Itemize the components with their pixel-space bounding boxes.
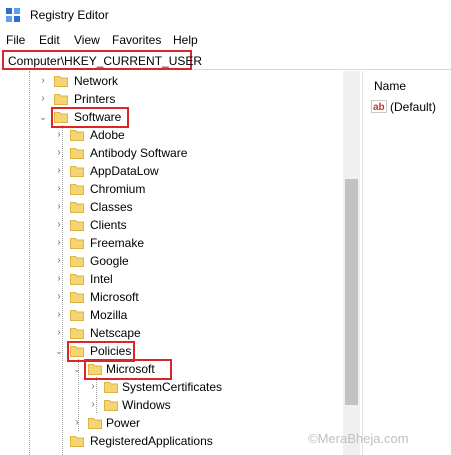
menu-edit[interactable]: Edit (39, 33, 60, 47)
tree-item-label: Power (106, 416, 141, 430)
expand-chevron-icon[interactable]: › (54, 291, 64, 303)
expand-chevron-icon[interactable]: › (54, 273, 64, 285)
expand-chevron-icon[interactable]: › (54, 183, 64, 195)
tree-item-label: Network (74, 74, 119, 88)
expand-chevron-icon[interactable]: › (88, 399, 98, 411)
address-path: Computer\HKEY_CURRENT_USER (8, 54, 203, 68)
tree-item-label: Antibody Software (90, 146, 188, 160)
collapse-chevron-icon[interactable]: ⌄ (54, 345, 64, 357)
title-bar: Registry Editor (0, 0, 451, 30)
window-title: Registry Editor (30, 8, 109, 22)
expand-chevron-icon[interactable]: › (54, 129, 64, 141)
expand-chevron-icon[interactable]: › (38, 75, 48, 87)
folder-icon (70, 238, 84, 249)
tree-item-label: Netscape (90, 326, 141, 340)
folder-icon (104, 400, 118, 411)
tree-item-microsoft[interactable]: › Microsoft (0, 288, 340, 306)
expand-chevron-icon[interactable]: › (54, 165, 64, 177)
collapse-chevron-icon[interactable]: ⌄ (72, 363, 82, 375)
folder-icon (54, 94, 68, 105)
expand-chevron-icon[interactable]: › (54, 147, 64, 159)
expand-chevron-icon[interactable]: › (88, 381, 98, 393)
tree-scrollbar[interactable] (343, 71, 360, 455)
tree-item-freemake[interactable]: › Freemake (0, 234, 340, 252)
registry-tree[interactable]: › Network › Printers ⌄ Software › Adobe … (0, 71, 360, 455)
values-pane[interactable]: Name ab (Default) (363, 71, 451, 455)
expand-chevron-icon[interactable]: › (72, 417, 82, 429)
svg-text:ab: ab (373, 102, 385, 113)
string-value-icon: ab (371, 100, 387, 113)
tree-item-classes[interactable]: › Classes (0, 198, 340, 216)
address-bar-divider (192, 69, 451, 70)
tree-item-google[interactable]: › Google (0, 252, 340, 270)
folder-icon (88, 418, 102, 429)
tree-item-label: Classes (90, 200, 133, 214)
folder-icon (70, 166, 84, 177)
tree-item-appdatalow[interactable]: › AppDataLow (0, 162, 340, 180)
watermark-text: ©MeraBheja.com (308, 431, 409, 446)
tree-item-mozilla[interactable]: › Mozilla (0, 306, 340, 324)
folder-icon (104, 382, 118, 393)
tree-item-printers[interactable]: › Printers (0, 90, 340, 108)
highlight-box-microsoft (84, 359, 172, 380)
expand-chevron-icon[interactable]: › (54, 201, 64, 213)
tree-item-label: Adobe (90, 128, 125, 142)
expand-chevron-icon[interactable]: › (54, 255, 64, 267)
expand-chevron-icon[interactable]: › (38, 93, 48, 105)
tree-item-label: RegisteredApplications (90, 434, 213, 448)
tree-item-label: Chromium (90, 182, 146, 196)
scrollbar-thumb[interactable] (345, 179, 358, 405)
highlight-box-software (51, 107, 129, 128)
tree-item-label: Intel (90, 272, 113, 286)
registry-editor-icon (6, 8, 20, 22)
tree-item-intel[interactable]: › Intel (0, 270, 340, 288)
expand-chevron-icon[interactable]: › (54, 237, 64, 249)
folder-icon (70, 184, 84, 195)
tree-item-label: AppDataLow (90, 164, 159, 178)
tree-item-clients[interactable]: › Clients (0, 216, 340, 234)
folder-icon (70, 328, 84, 339)
folder-icon (54, 76, 68, 87)
folder-icon (70, 436, 84, 447)
tree-item-label: Mozilla (90, 308, 128, 322)
tree-item-chromium[interactable]: › Chromium (0, 180, 340, 198)
collapse-chevron-icon[interactable]: ⌄ (38, 111, 48, 123)
expand-chevron-icon[interactable]: › (54, 219, 64, 231)
menu-file[interactable]: File (6, 33, 25, 47)
tree-item-label: Clients (90, 218, 127, 232)
tree-item-windows[interactable]: › Windows (0, 396, 340, 414)
tree-item-policies[interactable]: ⌄ Policies (0, 342, 340, 360)
tree-item-systemcertificates[interactable]: › SystemCertificates (0, 378, 340, 396)
folder-icon (70, 220, 84, 231)
tree-item-label: Freemake (90, 236, 145, 250)
folder-icon (70, 256, 84, 267)
expand-chevron-icon[interactable]: › (54, 309, 64, 321)
menu-favorites[interactable]: Favorites (112, 33, 161, 47)
tree-item-power[interactable]: › Power (0, 414, 340, 432)
folder-icon (70, 292, 84, 303)
folder-icon (70, 130, 84, 141)
expand-chevron-icon[interactable]: › (54, 327, 64, 339)
tree-item-netscape[interactable]: › Netscape (0, 324, 340, 342)
tree-item-label: Windows (122, 398, 171, 412)
tree-item-network[interactable]: › Network (0, 72, 340, 90)
folder-icon (70, 310, 84, 321)
column-header-name[interactable]: Name (374, 79, 406, 93)
address-bar[interactable]: Computer\HKEY_CURRENT_USER (2, 50, 202, 70)
tree-item-registeredapplications[interactable]: RegisteredApplications (0, 432, 340, 450)
folder-icon (70, 202, 84, 213)
tree-item-label: SystemCertificates (122, 380, 223, 394)
value-name: (Default) (390, 100, 437, 114)
folder-icon (70, 148, 84, 159)
tree-item-label: Google (90, 254, 129, 268)
menu-help[interactable]: Help (173, 33, 198, 47)
folder-icon (70, 274, 84, 285)
tree-item-label: Printers (74, 92, 116, 106)
menu-view[interactable]: View (74, 33, 100, 47)
tree-item-antibody-software[interactable]: › Antibody Software (0, 144, 340, 162)
tree-item-label: Microsoft (90, 290, 139, 304)
menu-bar: File Edit View Favorites Help (0, 31, 451, 49)
tree-item-adobe[interactable]: › Adobe (0, 126, 340, 144)
